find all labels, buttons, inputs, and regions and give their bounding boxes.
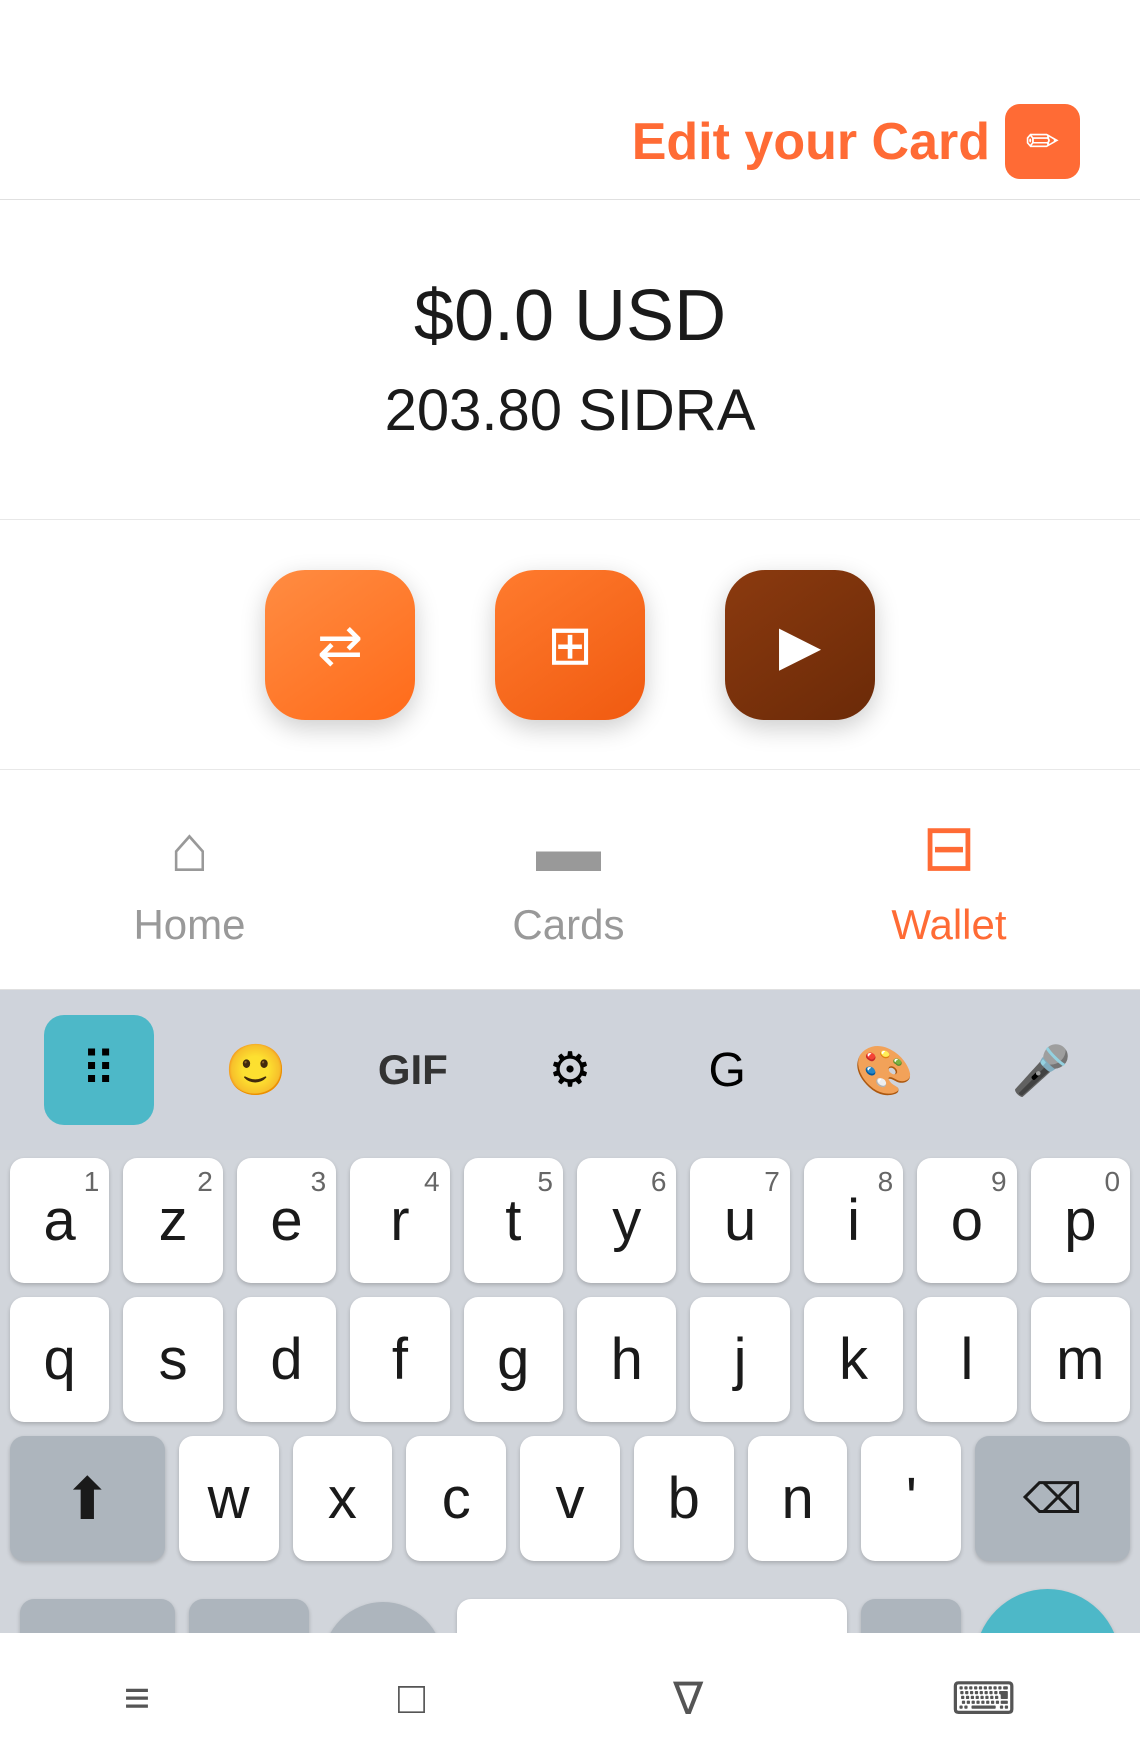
key-o[interactable]: o9 — [917, 1158, 1016, 1283]
send-icon: ▶ — [779, 613, 821, 677]
key-l[interactable]: l — [917, 1297, 1016, 1422]
key-s[interactable]: s — [123, 1297, 222, 1422]
key-q[interactable]: q — [10, 1297, 109, 1422]
wallet-icon: ⊟ — [922, 810, 976, 886]
mic-icon: 🎤 — [1012, 1042, 1072, 1099]
key-y[interactable]: y6 — [577, 1158, 676, 1283]
keyboard-palette-button[interactable]: 🎨 — [829, 1015, 939, 1125]
sticker-icon: 🙂 — [225, 1041, 287, 1100]
nav-wallet-label: Wallet — [891, 901, 1006, 949]
keyboard-row-3: ⬆ w x c v b n ' ⌫ — [10, 1436, 1130, 1561]
key-p[interactable]: p0 — [1031, 1158, 1130, 1283]
apps-icon: ⠿ — [81, 1042, 116, 1098]
cards-icon: ▬ — [536, 811, 601, 886]
key-n[interactable]: n — [748, 1436, 848, 1561]
menu-icon: ≡ — [124, 1672, 150, 1723]
keyboard-settings-button[interactable]: ⚙ — [515, 1015, 625, 1125]
key-apostrophe[interactable]: ' — [861, 1436, 961, 1561]
key-r[interactable]: r4 — [350, 1158, 449, 1283]
keyboard-sticker-button[interactable]: 🙂 — [201, 1015, 311, 1125]
key-u[interactable]: u7 — [690, 1158, 789, 1283]
keyboard-mic-button[interactable]: 🎤 — [986, 1015, 1096, 1125]
system-nav-bar: ≡ □ ∇ ⌨ — [0, 1633, 1140, 1763]
nav-cards-label: Cards — [512, 901, 624, 949]
back-icon: ∇ — [673, 1673, 703, 1724]
table-button[interactable]: ⊞ — [495, 570, 645, 720]
gif-label: GIF — [378, 1046, 448, 1094]
keyboard-apps-button[interactable]: ⠿ — [44, 1015, 154, 1125]
key-z[interactable]: z2 — [123, 1158, 222, 1283]
key-i[interactable]: i8 — [804, 1158, 903, 1283]
key-m[interactable]: m — [1031, 1297, 1130, 1422]
edit-card-label: Edit your Card — [632, 112, 990, 172]
sys-back-button[interactable]: ∇ — [673, 1672, 703, 1725]
key-f[interactable]: f — [350, 1297, 449, 1422]
edit-icon: ✏ — [1005, 104, 1080, 179]
bottom-nav: ⌂ Home ▬ Cards ⊟ Wallet — [0, 770, 1140, 990]
edit-card-button[interactable]: Edit your Card ✏ — [632, 104, 1080, 179]
key-j[interactable]: j — [690, 1297, 789, 1422]
palette-icon: 🎨 — [854, 1042, 914, 1099]
keyboard-toolbar: ⠿ 🙂 GIF ⚙ G 🎨 🎤 — [0, 990, 1140, 1150]
send-button[interactable]: ▶ — [725, 570, 875, 720]
keyboard-row-1: a1 z2 e3 r4 t5 y6 u7 i8 o9 p0 — [10, 1158, 1130, 1283]
keyboard-icon: ⌨ — [951, 1673, 1016, 1724]
transfer-button[interactable]: ⇄ — [265, 570, 415, 720]
home-icon: ⌂ — [170, 811, 209, 886]
balance-usd: $0.0 USD — [414, 275, 726, 357]
key-backspace[interactable]: ⌫ — [975, 1436, 1130, 1561]
nav-wallet[interactable]: ⊟ Wallet — [891, 810, 1006, 949]
translate-icon: G — [708, 1043, 745, 1098]
nav-home[interactable]: ⌂ Home — [133, 811, 245, 949]
key-e[interactable]: e3 — [237, 1158, 336, 1283]
table-icon: ⊞ — [547, 613, 593, 677]
home-system-icon: □ — [398, 1672, 425, 1723]
gear-icon: ⚙ — [548, 1042, 591, 1098]
keyboard-row-2: q s d f g h j k l m — [10, 1297, 1130, 1422]
key-k[interactable]: k — [804, 1297, 903, 1422]
key-v[interactable]: v — [520, 1436, 620, 1561]
balance-area: $0.0 USD 203.80 SIDRA — [0, 200, 1140, 520]
keyboard-translate-button[interactable]: G — [672, 1015, 782, 1125]
key-x[interactable]: x — [293, 1436, 393, 1561]
transfer-icon: ⇄ — [317, 613, 363, 677]
nav-home-label: Home — [133, 901, 245, 949]
key-h[interactable]: h — [577, 1297, 676, 1422]
balance-sidra: 203.80 SIDRA — [385, 377, 756, 444]
key-a[interactable]: a1 — [10, 1158, 109, 1283]
sys-menu-button[interactable]: ≡ — [124, 1672, 150, 1724]
action-buttons-area: ⇄ ⊞ ▶ — [0, 520, 1140, 770]
sys-keyboard-button[interactable]: ⌨ — [951, 1672, 1016, 1725]
key-c[interactable]: c — [406, 1436, 506, 1561]
keyboard-gif-button[interactable]: GIF — [358, 1015, 468, 1125]
key-g[interactable]: g — [464, 1297, 563, 1422]
sys-home-button[interactable]: □ — [398, 1672, 425, 1724]
key-w[interactable]: w — [179, 1436, 279, 1561]
key-shift[interactable]: ⬆ — [10, 1436, 165, 1561]
header-area: Edit your Card ✏ — [0, 0, 1140, 200]
key-d[interactable]: d — [237, 1297, 336, 1422]
key-t[interactable]: t5 — [464, 1158, 563, 1283]
nav-cards[interactable]: ▬ Cards — [512, 811, 624, 949]
key-b[interactable]: b — [634, 1436, 734, 1561]
